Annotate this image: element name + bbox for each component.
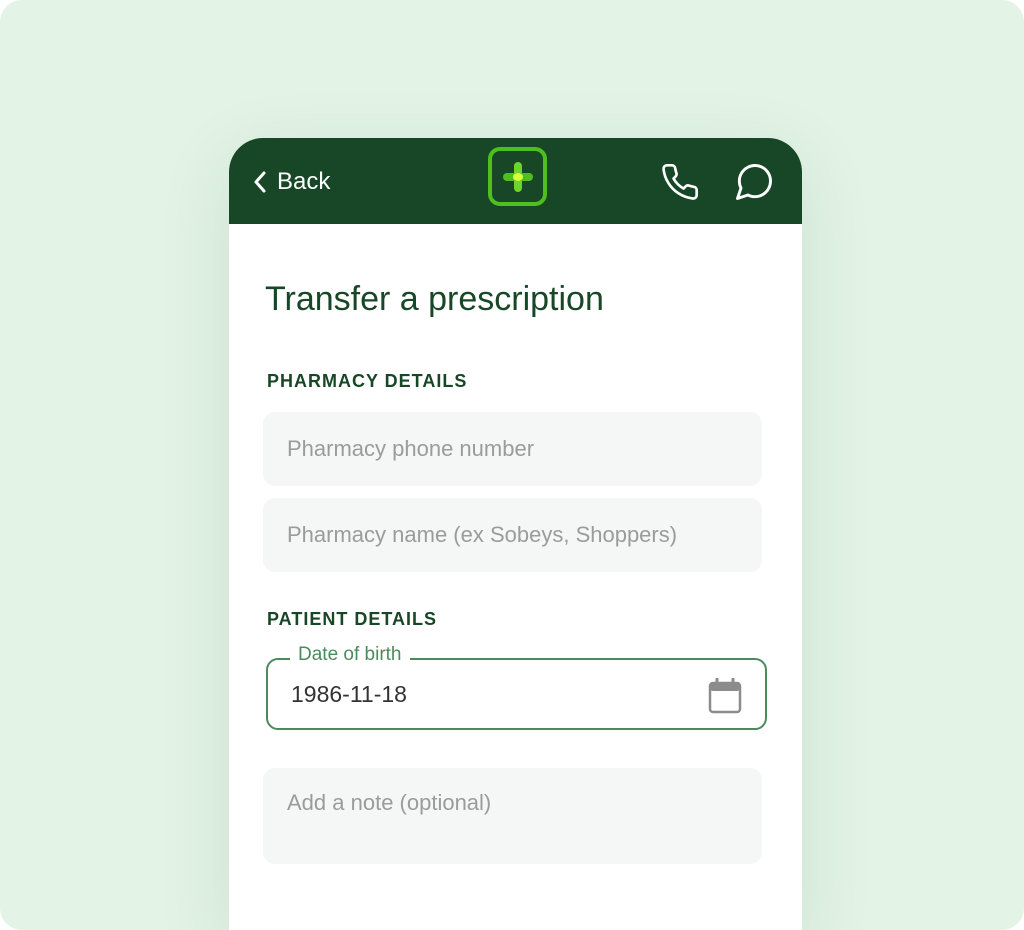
chevron-left-icon — [254, 171, 266, 193]
date-of-birth-label: Date of birth — [290, 644, 410, 666]
chat-bubble-icon[interactable] — [732, 160, 776, 209]
plus-cross-logo-icon — [488, 147, 547, 206]
page-title: Transfer a prescription — [265, 280, 604, 318]
pharmacy-name-field[interactable]: Pharmacy name (ex Sobeys, Shoppers) — [263, 498, 762, 572]
calendar-icon[interactable] — [708, 678, 742, 714]
pharmacy-phone-field[interactable]: Pharmacy phone number — [263, 412, 762, 486]
back-label: Back — [277, 168, 331, 195]
patient-details-heading: PATIENT DETAILS — [267, 609, 437, 629]
top-bar: Back — [229, 138, 802, 224]
pharmacy-details-heading: PHARMACY DETAILS — [267, 371, 468, 391]
date-of-birth-field[interactable]: Date of birth 1986-11-18 — [266, 644, 767, 730]
app-screen: Back Transfer a prescription PHARMACY DE… — [229, 138, 802, 930]
date-of-birth-value: 1986-11-18 — [291, 681, 407, 707]
note-placeholder: Add a note (optional) — [287, 790, 492, 815]
phone-icon[interactable] — [660, 162, 700, 207]
canvas-background: Back Transfer a prescription PHARMACY DE… — [0, 0, 1024, 930]
back-button[interactable]: Back — [253, 162, 330, 202]
pharmacy-name-placeholder: Pharmacy name (ex Sobeys, Shoppers) — [287, 522, 678, 547]
note-field[interactable]: Add a note (optional) — [263, 768, 762, 864]
pharmacy-phone-placeholder: Pharmacy phone number — [287, 436, 535, 461]
